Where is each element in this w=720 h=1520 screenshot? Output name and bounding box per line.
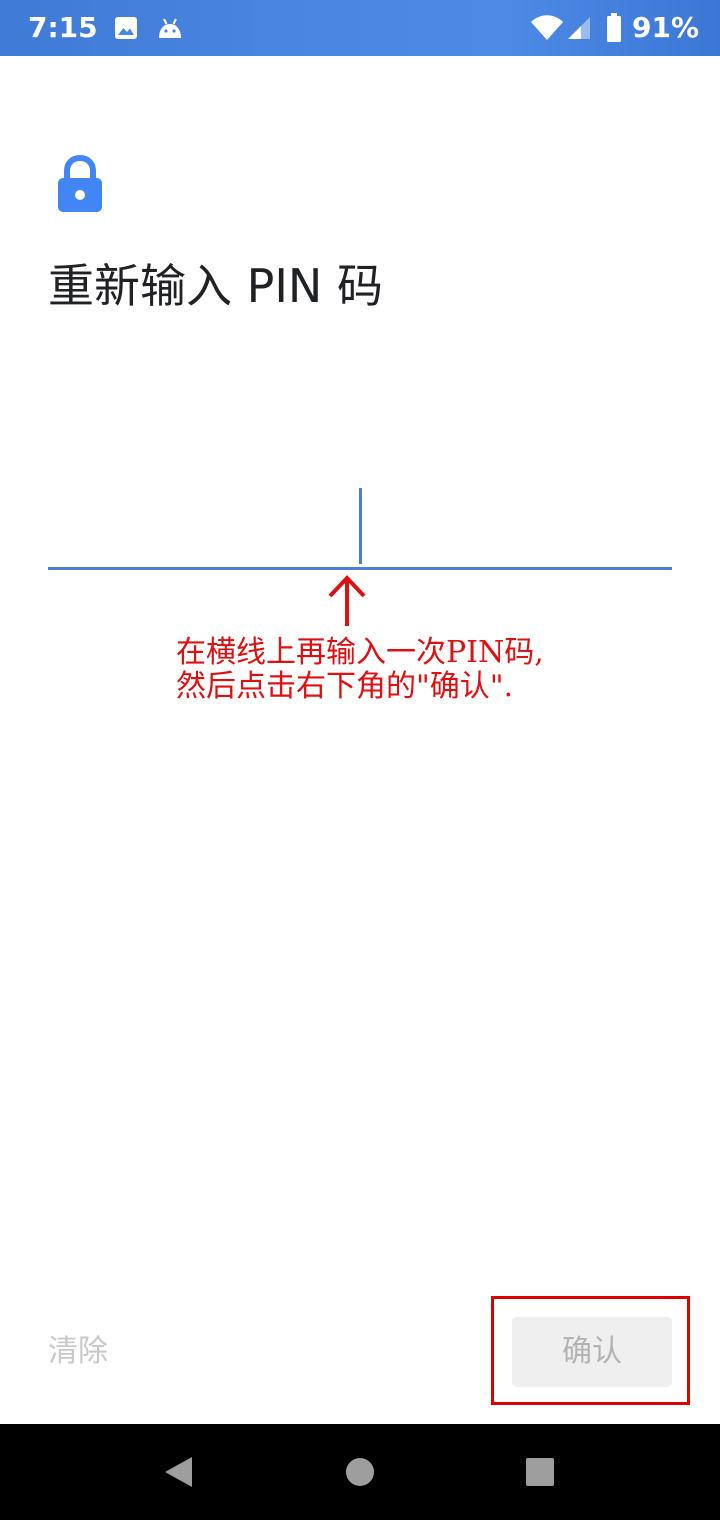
annotation-line-1: 在横线上再输入一次PIN码, — [176, 635, 544, 670]
lock-icon — [56, 154, 104, 216]
pin-input-underline — [48, 567, 672, 570]
signal-icon — [567, 16, 591, 44]
pin-input[interactable] — [48, 470, 672, 570]
navigation-bar — [0, 1424, 720, 1520]
status-time: 7:15 — [28, 11, 98, 44]
page-title: 重新输入 PIN 码 — [48, 259, 383, 313]
confirm-button[interactable]: 确认 — [512, 1317, 672, 1387]
android-icon — [156, 14, 184, 46]
wifi-icon — [530, 14, 564, 46]
back-icon[interactable] — [162, 1455, 194, 1493]
status-bar: 7:15 91% — [0, 0, 720, 56]
arrow-up-icon — [327, 574, 367, 632]
recents-icon[interactable] — [524, 1456, 556, 1492]
image-icon — [114, 16, 138, 44]
battery-percent: 91% — [632, 11, 700, 44]
instruction-annotation: 在横线上再输入一次PIN码, 然后点击右下角的"确认". — [176, 636, 596, 704]
home-icon[interactable] — [344, 1456, 376, 1492]
text-cursor — [359, 488, 362, 564]
clear-button[interactable]: 清除 — [48, 1332, 108, 1372]
annotation-line-2: 然后点击右下角的"确认". — [176, 669, 514, 704]
battery-icon — [606, 13, 622, 47]
